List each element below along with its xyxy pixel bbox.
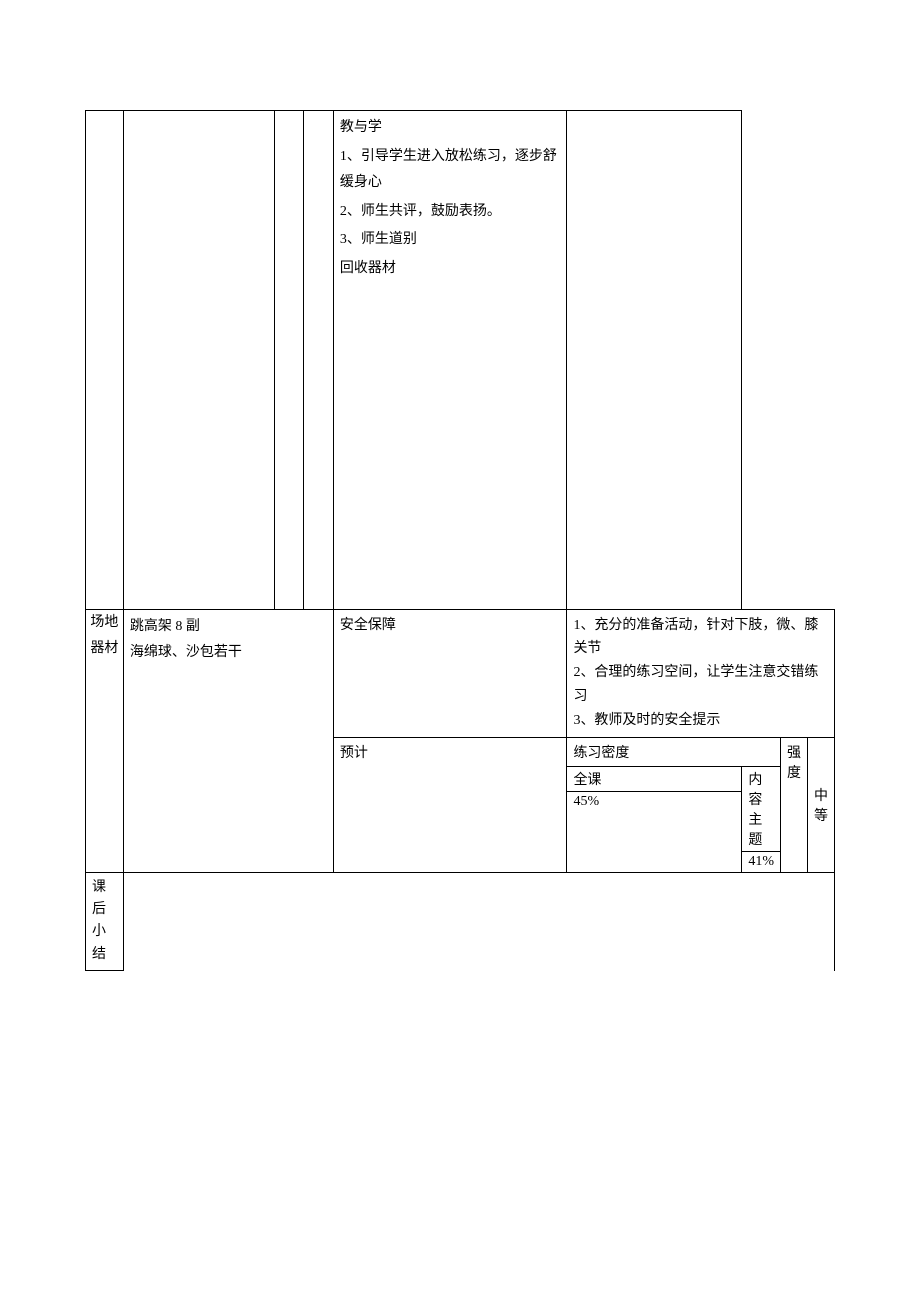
safety-content-cell: 1、充分的准备活动，针对下肢，微、膝关节 2、合理的练习空间，让学生注意交错练习…: [567, 609, 835, 737]
empty-cell-1: [86, 111, 124, 610]
teaching-item-3: 3、师生道别: [340, 227, 561, 254]
full-class-cell: 全课 45%: [567, 766, 742, 872]
intensity-label-cell: 强度: [781, 737, 808, 872]
equipment-value: 海绵球、沙包若干: [130, 640, 327, 667]
equipment-safety-row: 场地 器材 跳高架 8 副 海绵球、沙包若干 安全保障 1、充分的准备活动，针对…: [86, 609, 835, 737]
intensity-value-cell: 中等: [808, 737, 835, 872]
summary-content-cell: [123, 872, 834, 971]
summary-row: 课后小结: [86, 872, 835, 971]
equipment-value-cell: 跳高架 8 副 海绵球、沙包若干: [123, 609, 333, 872]
teaching-heading: 教与学: [340, 115, 561, 142]
empty-cell-3: [274, 111, 303, 610]
empty-cell-4: [304, 111, 333, 610]
lesson-plan-table: 教与学 1、引导学生进入放松练习，逐步舒缓身心 2、师生共评，鼓励表扬。 3、师…: [85, 110, 835, 971]
empty-cell-2: [123, 111, 274, 610]
equipment-label: 器材: [86, 636, 123, 663]
teaching-row: 教与学 1、引导学生进入放松练习，逐步舒缓身心 2、师生共评，鼓励表扬。 3、师…: [86, 111, 835, 610]
venue-equipment-label-cell: 场地 器材: [86, 609, 124, 872]
content-theme-value: 41%: [742, 852, 780, 872]
teaching-item-2: 2、师生共评，鼓励表扬。: [340, 199, 561, 226]
teaching-content-cell: 教与学 1、引导学生进入放松练习，逐步舒缓身心 2、师生共评，鼓励表扬。 3、师…: [333, 111, 567, 610]
safety-item-1: 1、充分的准备活动，针对下肢，微、膝关节: [573, 614, 828, 662]
full-class-label: 全课: [567, 767, 741, 792]
teaching-item-1: 1、引导学生进入放松练习，逐步舒缓身心: [340, 144, 561, 197]
teaching-item-4: 回收器材: [340, 256, 561, 283]
density-label-cell: 练习密度: [567, 737, 781, 766]
venue-label: 场地: [86, 610, 123, 637]
summary-label-cell: 课后小结: [86, 872, 124, 971]
safety-label-cell: 安全保障: [333, 609, 567, 737]
content-theme-label: 内容主题: [742, 767, 780, 852]
safety-item-3: 3、教师及时的安全提示: [573, 709, 828, 733]
venue-value: 跳高架 8 副: [130, 614, 327, 641]
safety-item-2: 2、合理的练习空间，让学生注意交错练习: [573, 661, 828, 709]
prediction-label-cell: 预计: [333, 737, 567, 872]
full-class-value: 45%: [567, 792, 741, 812]
empty-cell-5: [567, 111, 742, 610]
content-theme-cell: 内容主题 41%: [742, 766, 781, 872]
